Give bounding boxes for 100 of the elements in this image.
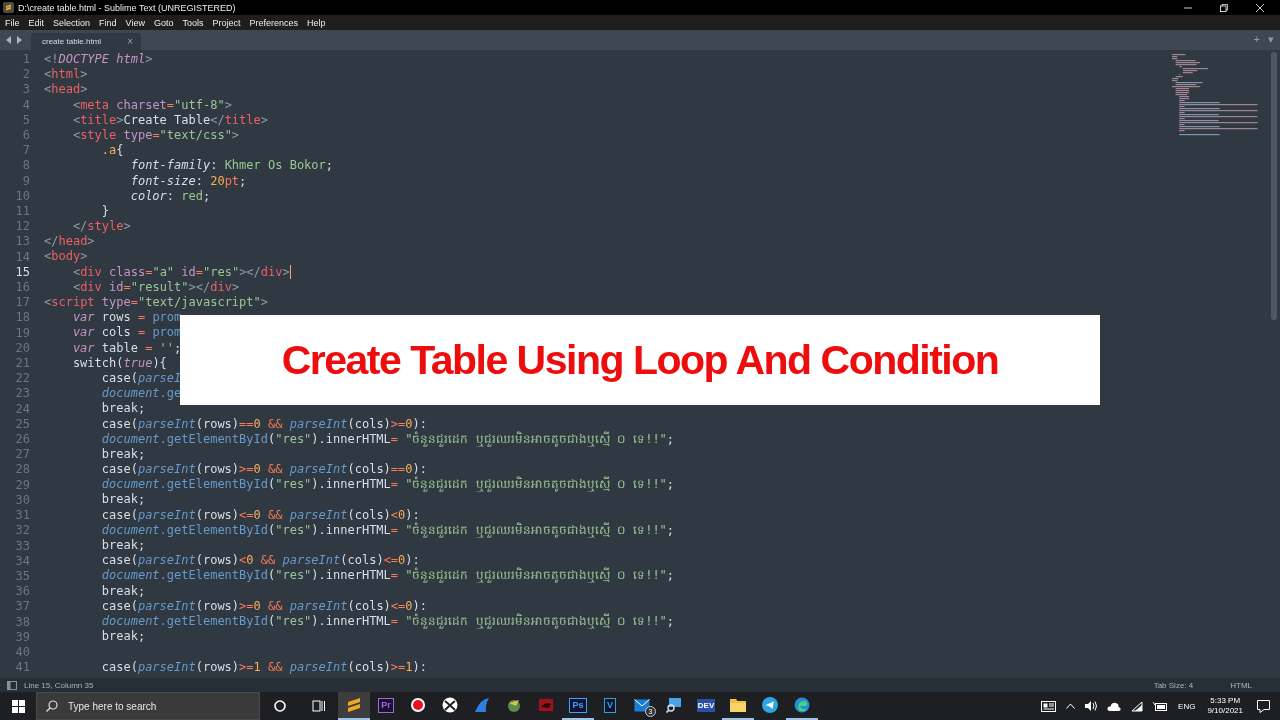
menu-item[interactable]: Tools	[182, 17, 204, 28]
line-number: 26	[14, 432, 30, 448]
code-line: case(parseI	[101, 370, 182, 387]
line-number: 17	[14, 295, 30, 311]
line-number: 8	[21, 158, 30, 174]
code-line: font-size: 20pt;	[130, 173, 247, 189]
task-view-icon[interactable]	[312, 700, 326, 712]
tab-navigation-icon[interactable]	[6, 36, 22, 44]
taskbar-button[interactable]: V	[594, 692, 626, 720]
code-line: </head>	[44, 234, 95, 250]
banner-title: Create Table Using Loop And Condition	[281, 336, 999, 385]
cursor-position: Line 15, Column 35	[24, 680, 94, 690]
menu-item[interactable]: Find	[99, 17, 117, 28]
line-number: 1	[21, 52, 30, 68]
cortana-icon[interactable]	[274, 700, 286, 712]
windows-logo-icon	[11, 699, 25, 713]
code-line: <head>	[44, 82, 88, 98]
line-number: 22	[14, 371, 30, 387]
code-line: font-family: Khmer Os Bokor;	[130, 158, 333, 174]
code-line: document.getElementById("res").innerHTML= "ចំនួនជួរដេក ឬជួរឈរមិនអាចតូចជាងឬស្មើ ០ ទេ!!";	[101, 522, 675, 538]
menu-item[interactable]: Help	[307, 17, 326, 28]
battery-icon[interactable]	[1153, 701, 1168, 711]
wifi-icon[interactable]	[1131, 700, 1144, 712]
code-line: <html>	[44, 67, 88, 83]
news-icon[interactable]	[1041, 700, 1057, 712]
close-icon[interactable]	[1256, 3, 1264, 12]
line-number: 9	[21, 173, 30, 189]
code-line: .a{	[101, 143, 124, 159]
line-number: 19	[14, 325, 30, 341]
line-number: 4	[21, 97, 30, 113]
line-number: 28	[14, 462, 30, 478]
code-line: <meta charset="utf-8">	[72, 97, 232, 113]
telegram-icon	[762, 697, 778, 713]
line-number: 30	[14, 492, 30, 509]
line-number: 27	[14, 447, 30, 463]
line-number: 10	[14, 188, 30, 205]
code-line: break;	[101, 583, 146, 599]
code-line: document.getElementById("res").innerHTML= "ចំនួនជួរដេក ឬជួរឈរមិនអាចតូចជាងឬស្មើ ០ ទេ!!";	[101, 431, 675, 447]
menu-item[interactable]: View	[125, 17, 145, 28]
line-number: 2	[21, 67, 30, 83]
line-number: 41	[14, 660, 30, 676]
language-indicator[interactable]: ENG	[1178, 701, 1196, 711]
mail-icon	[634, 698, 650, 712]
code-line: break;	[101, 492, 146, 508]
code-line: <div id="result"></div>	[72, 279, 240, 295]
window-title: D:\create table.html - Sublime Text (UNREGISTERED)	[18, 2, 237, 13]
line-number: 32	[14, 523, 30, 539]
app-logo: Ps	[569, 697, 587, 713]
line-number: 23	[14, 386, 30, 402]
tab-size-setting[interactable]: Tab Size: 4	[1153, 680, 1194, 690]
syntax-setting[interactable]: HTML	[1230, 680, 1252, 690]
monitor-search-icon	[666, 697, 682, 713]
line-number: 21	[14, 356, 30, 372]
search-field[interactable]: Type here to search	[36, 692, 260, 720]
menu-item[interactable]: Selection	[53, 17, 91, 28]
line-number: 38	[14, 614, 30, 630]
code-line: document.ge	[101, 386, 182, 402]
menu-item[interactable]: Preferences	[249, 17, 298, 28]
menu-item[interactable]: Goto	[153, 17, 174, 28]
folder-icon	[730, 698, 746, 712]
app-logo: Pr	[378, 697, 394, 713]
taskbar-button[interactable]: Ps	[562, 692, 594, 720]
line-number: 16	[14, 280, 30, 296]
line-number: 14	[14, 249, 30, 265]
line-number: 5	[21, 112, 30, 128]
search-icon	[46, 700, 58, 712]
line-number: 18	[14, 310, 30, 326]
line-number: 15	[14, 264, 30, 281]
clock-time[interactable]: 5:33 PM	[1210, 696, 1241, 706]
app-icon	[3, 2, 14, 13]
cloud-icon[interactable]	[1107, 701, 1122, 711]
volume-icon[interactable]	[1085, 701, 1098, 711]
menu-item[interactable]: Edit	[28, 17, 45, 28]
line-number: 31	[14, 508, 30, 524]
line-number: 24	[14, 401, 30, 417]
code-line: break;	[101, 629, 146, 645]
code-line: <script type="text/javascript">	[44, 295, 268, 311]
menu-item[interactable]: File	[5, 17, 20, 28]
panel-toggle-icon[interactable]	[7, 680, 17, 690]
line-number: 40	[14, 644, 30, 661]
code-line: <body>	[44, 249, 88, 265]
line-number: 29	[14, 477, 30, 493]
record-icon	[410, 697, 426, 713]
restore-icon[interactable]	[1220, 3, 1228, 12]
taskbar-button[interactable]: Pr	[370, 692, 402, 720]
notification-icon[interactable]	[1257, 699, 1270, 713]
taskbar-button[interactable]: DEV	[690, 692, 722, 720]
code-line: <div class="a" id="res"></div>	[72, 264, 290, 280]
chevron-up-icon[interactable]	[1066, 703, 1076, 709]
taskbar-button[interactable]	[338, 692, 370, 720]
code-line: case(parseInt(rows)>=0 && parseInt(cols)==0):	[101, 462, 427, 477]
code-line: document.getElementById("res").innerHTML= "ចំនួនជួរដេក ឬជួរឈរមិនអាចតូចជាងឬស្មើ ០ ទេ!!";	[101, 613, 675, 630]
code-line: break;	[101, 401, 146, 417]
clock-date[interactable]: 9/10/2021	[1207, 706, 1243, 716]
menu-item[interactable]: Project	[212, 17, 241, 28]
line-number: 7	[21, 143, 30, 159]
file-tab[interactable]: create table.html ×	[31, 33, 141, 50]
creature-app-icon	[538, 697, 554, 713]
scrollbar-thumb[interactable]	[1271, 52, 1277, 320]
tab-close-button[interactable]: ×	[127, 36, 133, 47]
